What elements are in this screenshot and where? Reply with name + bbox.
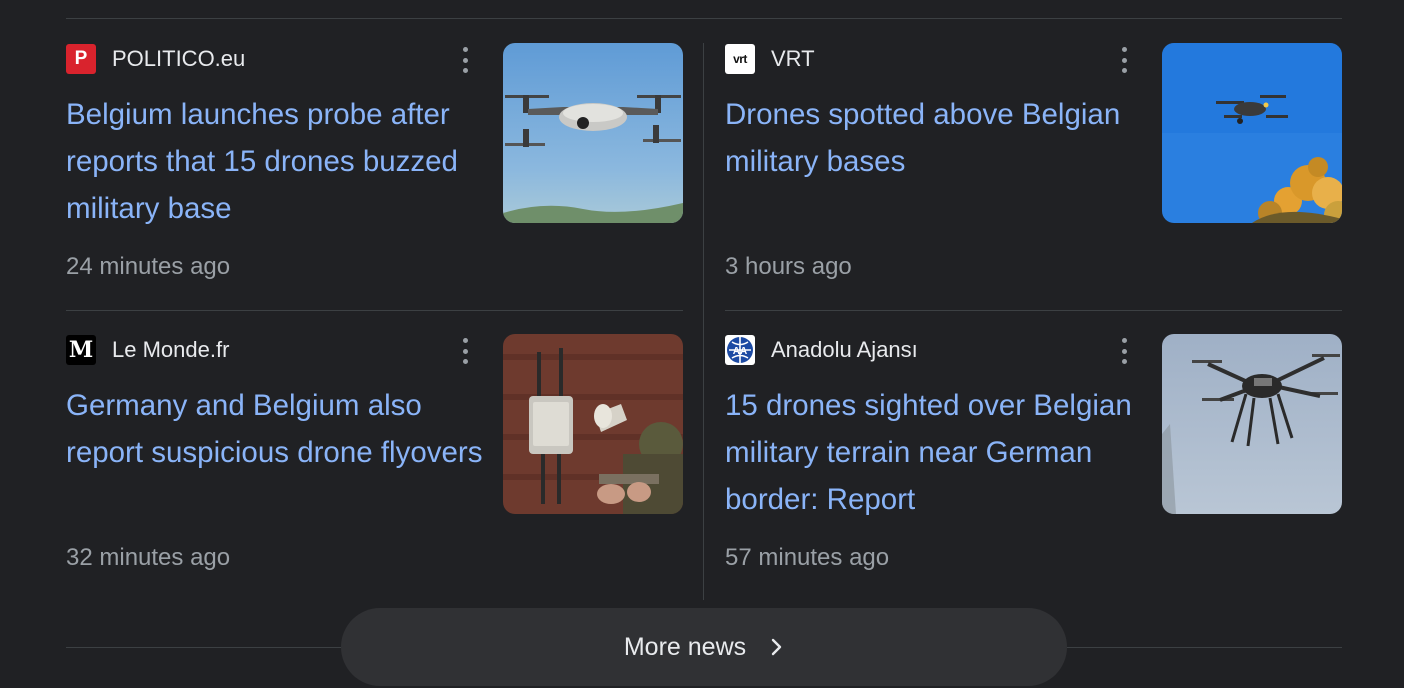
more-options-icon[interactable]	[1117, 338, 1131, 364]
more-options-icon[interactable]	[458, 47, 472, 73]
politico-logo-icon: P	[66, 44, 96, 74]
news-card[interactable]: vrt VRT Drones spotted above Belgian mil…	[725, 43, 1342, 293]
news-source: AA Anadolu Ajansı	[725, 334, 918, 366]
news-card[interactable]: AA Anadolu Ajansı 15 drones sighted over…	[725, 334, 1342, 584]
news-results-section: P POLITICO.eu Belgium launches probe aft…	[0, 0, 1404, 688]
lemonde-logo-icon: M	[66, 335, 96, 365]
timestamp: 3 hours ago	[725, 253, 852, 280]
more-options-icon[interactable]	[1117, 47, 1131, 73]
more-news-label: More news	[623, 632, 747, 661]
timestamp: 57 minutes ago	[725, 544, 890, 571]
more-news-button[interactable]: More news	[341, 608, 1067, 686]
headline-link[interactable]: Belgium launches probe after reports tha…	[66, 91, 486, 232]
timestamp: 32 minutes ago	[66, 544, 231, 571]
bottom-divider-left	[66, 647, 341, 648]
chevron-right-icon	[770, 637, 784, 657]
source-name: VRT	[771, 46, 815, 71]
globe-icon: AA	[727, 337, 753, 363]
headline-link[interactable]: Germany and Belgium also report suspicio…	[66, 382, 486, 476]
anti-drone-equipment-image	[503, 334, 683, 514]
news-card[interactable]: P POLITICO.eu Belgium launches probe aft…	[66, 43, 683, 293]
drone-photo-image	[503, 43, 683, 223]
article-thumbnail[interactable]	[1162, 43, 1342, 223]
news-source: P POLITICO.eu	[66, 43, 245, 75]
column-divider	[703, 43, 704, 600]
timestamp: 24 minutes ago	[66, 253, 231, 280]
anadolu-logo-icon: AA	[725, 335, 755, 365]
top-divider	[66, 18, 1342, 19]
row-divider-right	[725, 310, 1342, 311]
bottom-divider-right	[1067, 647, 1342, 648]
headline-link[interactable]: 15 drones sighted over Belgian military …	[725, 382, 1145, 523]
article-thumbnail[interactable]	[1162, 334, 1342, 514]
source-name: Anadolu Ajansı	[771, 337, 918, 362]
row-divider-left	[66, 310, 683, 311]
news-card[interactable]: M Le Monde.fr Germany and Belgium also r…	[66, 334, 683, 584]
source-name: Le Monde.fr	[112, 337, 230, 362]
article-thumbnail[interactable]	[503, 43, 683, 223]
svg-text:AA: AA	[733, 346, 747, 357]
drone-sky-image	[1162, 43, 1342, 223]
news-source: M Le Monde.fr	[66, 334, 229, 366]
vrt-logo-icon: vrt	[725, 44, 755, 74]
headline-link[interactable]: Drones spotted above Belgian military ba…	[725, 91, 1145, 185]
source-name: POLITICO.eu	[112, 46, 246, 71]
quadcopter-image	[1162, 334, 1342, 514]
more-options-icon[interactable]	[458, 338, 472, 364]
news-source: vrt VRT	[725, 43, 815, 75]
article-thumbnail[interactable]	[503, 334, 683, 514]
